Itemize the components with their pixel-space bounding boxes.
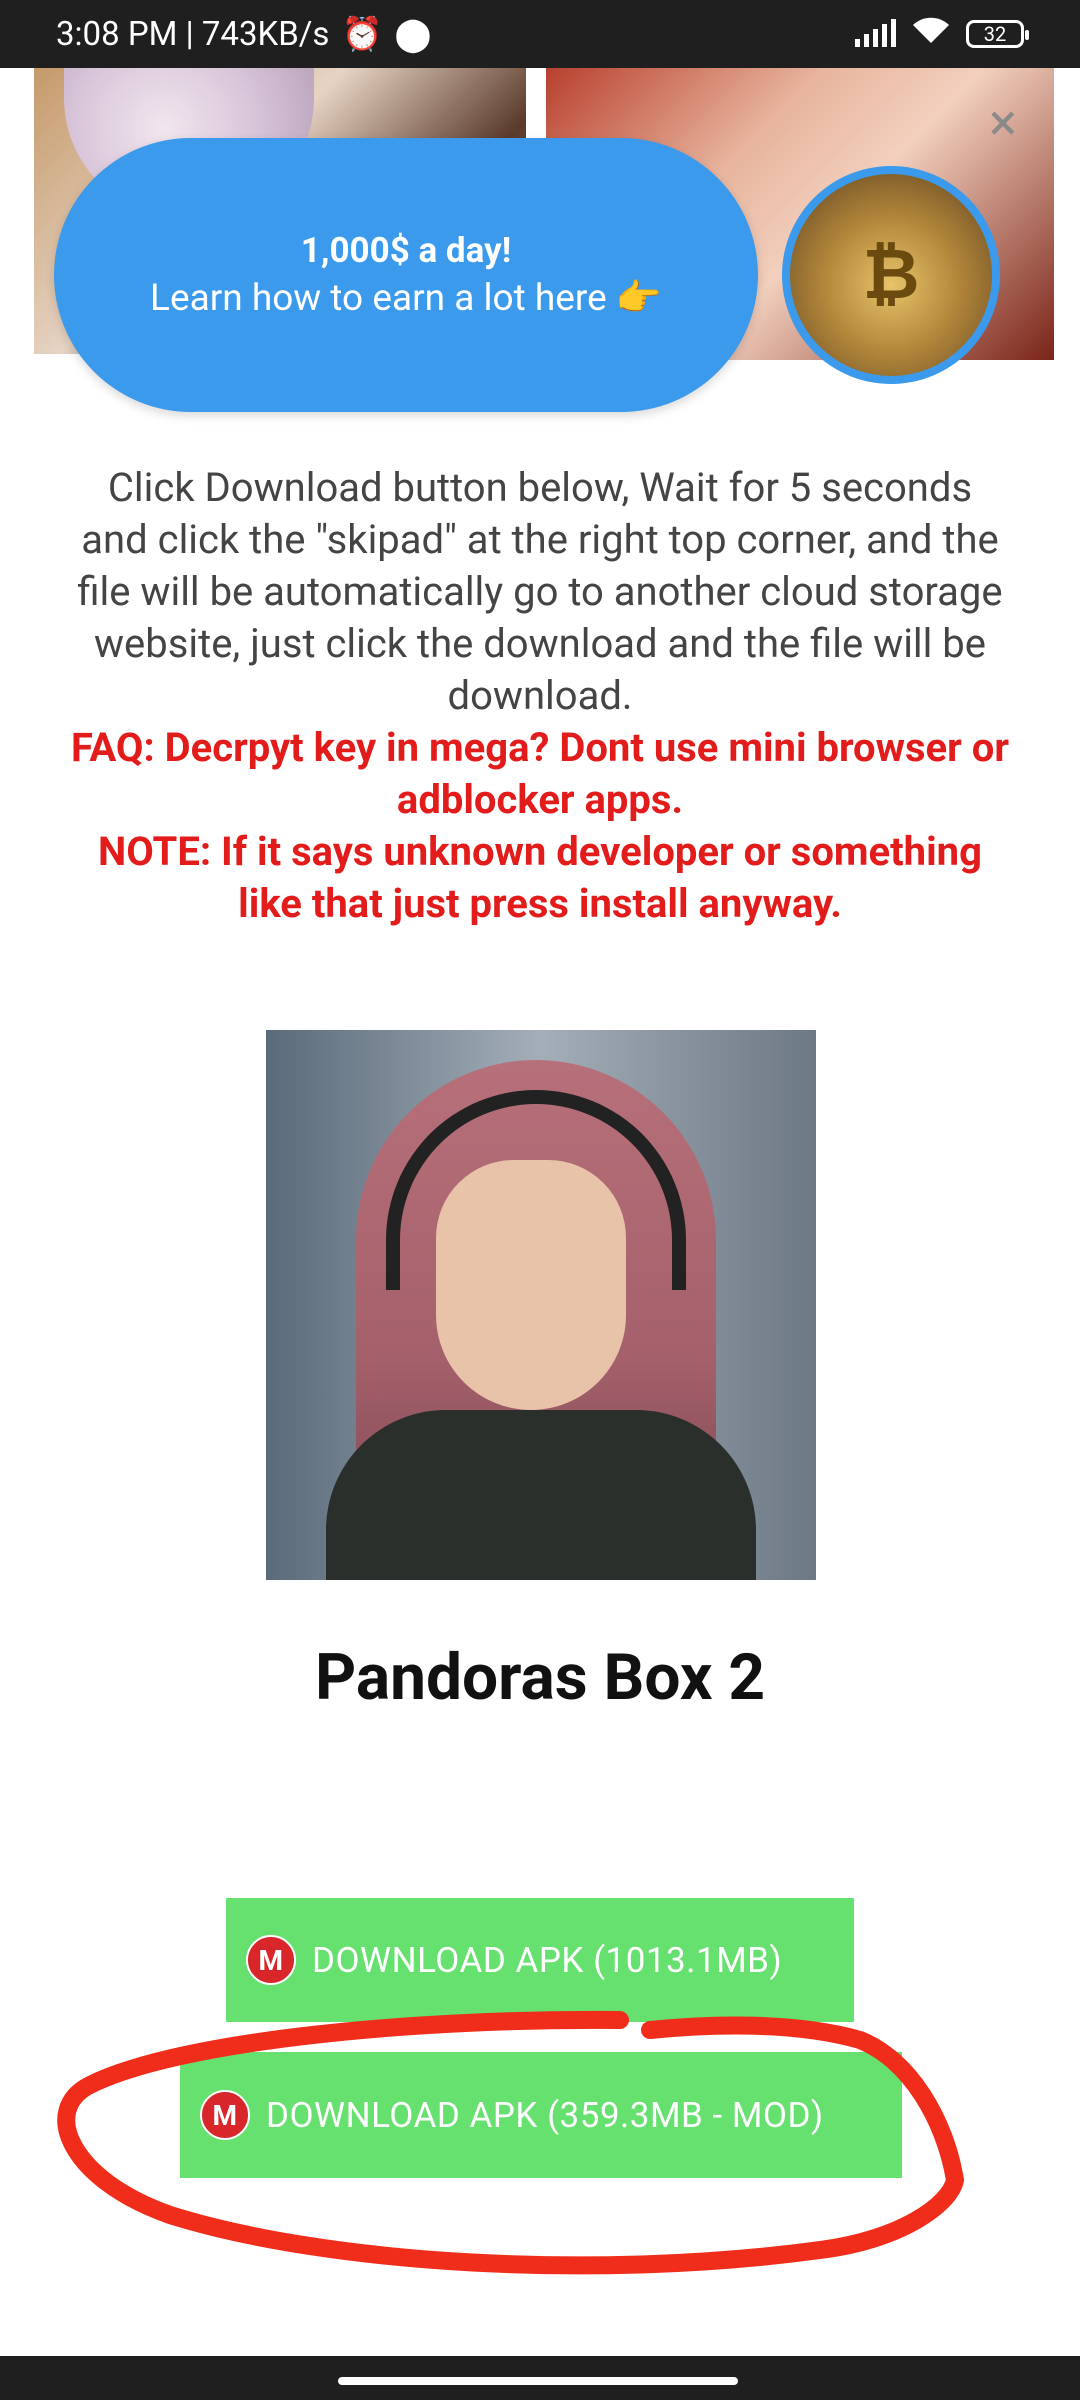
promo-title: 1,000$ a day! [300, 230, 512, 271]
status-time-speed: 3:08 PM | 743KB/s [56, 14, 330, 54]
promo-popup[interactable]: 1,000$ a day! Learn how to earn a lot he… [54, 138, 758, 412]
download-apk-mod-button[interactable]: M DOWNLOAD APK (359.3MB - MOD) [180, 2052, 902, 2178]
game-title: Pandoras Box 2 [314, 1640, 766, 1715]
mega-icon: M [200, 2090, 250, 2140]
faq-text: FAQ: Decrpyt key in mega? Dont use mini … [71, 724, 1009, 823]
notification-icon: ⬤ [394, 15, 432, 54]
alarm-icon: ⏰ [341, 14, 383, 54]
download-apk-mod-label: DOWNLOAD APK (359.3MB - MOD) [266, 2094, 824, 2136]
instructions: Click Download button below, Wait for 5 … [70, 462, 1010, 930]
game-cover-image [266, 1030, 816, 1580]
status-left: 3:08 PM | 743KB/s ⏰ ⬤ [56, 14, 432, 55]
mega-icon: M [246, 1935, 296, 1985]
promo-subtitle: Learn how to earn a lot here 👉 [150, 277, 662, 320]
download-apk-button[interactable]: M DOWNLOAD APK (1013.1MB) [226, 1898, 854, 2022]
battery-icon: 32 [966, 20, 1029, 48]
home-gesture-handle[interactable] [338, 2377, 738, 2385]
status-bar: 3:08 PM | 743KB/s ⏰ ⬤ 32 [0, 0, 1080, 68]
instructions-body: Click Download button below, Wait for 5 … [77, 464, 1003, 719]
bitcoin-icon[interactable]: ₿ [782, 166, 1000, 384]
download-apk-label: DOWNLOAD APK (1013.1MB) [312, 1939, 783, 1981]
close-icon[interactable]: × [980, 97, 1026, 149]
status-right: 32 [855, 15, 1029, 54]
note-text: NOTE: If it says unknown developer or so… [98, 828, 982, 927]
wifi-icon [910, 15, 952, 54]
signal-icon [855, 19, 896, 47]
